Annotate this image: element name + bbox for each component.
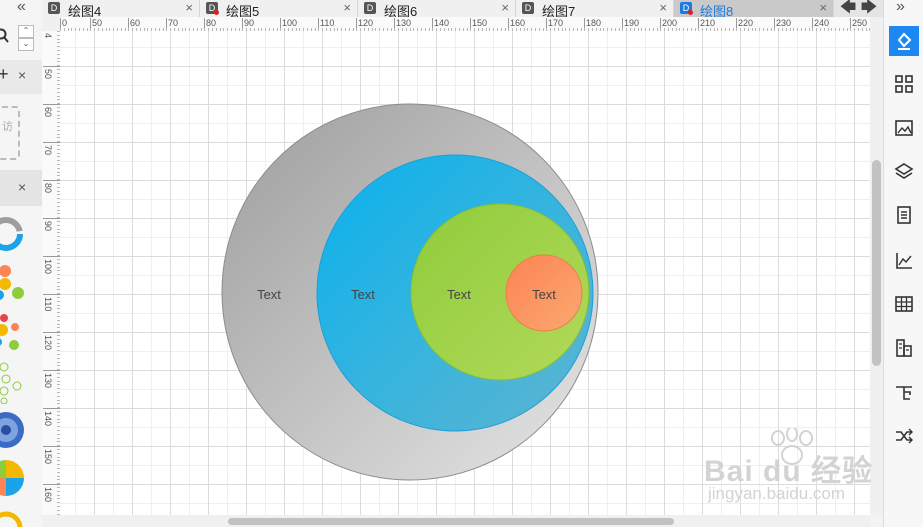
close-tab-icon[interactable]: × — [659, 0, 667, 15]
ruler-tick-label: 250 — [852, 18, 868, 28]
tab-drawing-7[interactable]: D 绘图7 × — [516, 0, 674, 19]
ruler-tick-label: 120 — [43, 335, 53, 351]
close-tab-icon[interactable]: × — [501, 0, 509, 15]
grid-icon[interactable] — [889, 69, 919, 99]
ruler-tick-label: 230 — [776, 18, 792, 28]
ruler-tick-label: 200 — [662, 18, 678, 28]
ruler-tick-label: 60 — [130, 18, 141, 28]
circle-text-second[interactable]: Text — [351, 287, 375, 302]
circle-text-inner[interactable]: Text — [532, 287, 556, 302]
cluster-shape-thumbnail[interactable] — [0, 310, 28, 352]
ruler-tick-label: 140 — [434, 18, 450, 28]
close-tab-icon[interactable]: × — [185, 0, 193, 15]
unsaved-indicator — [214, 10, 219, 15]
document-icon: D — [48, 2, 60, 14]
add-library-button[interactable]: + — [0, 64, 9, 85]
circle-text-outer[interactable]: Text — [257, 287, 281, 302]
ruler-tick-label: 180 — [586, 18, 602, 28]
close-tab-icon[interactable]: × — [819, 0, 827, 15]
tab-drawing-6[interactable]: D 绘图6 × — [358, 0, 516, 19]
ruler-tick-label: 100 — [282, 18, 298, 28]
ruler-tick-label: 50 — [92, 18, 103, 28]
document-icon: D — [364, 2, 376, 14]
tab-bar: D 绘图4 × D 绘图5 × D 绘图6 × D 绘图7 × D 绘图8 × — [42, 0, 883, 19]
ruler-tick-label: 110 — [43, 297, 53, 312]
ruler-tick-label: 190 — [624, 18, 640, 28]
ruler-tick-label: 150 — [43, 449, 53, 465]
ruler-tick-label: 60 — [43, 107, 53, 118]
ruler-tick-label: 170 — [548, 18, 564, 28]
image-icon[interactable] — [889, 113, 919, 143]
tab-drawing-5[interactable]: D 绘图5 × — [200, 0, 358, 19]
bubble-shape-thumbnail[interactable] — [0, 262, 28, 304]
drop-placeholder: 访 — [0, 106, 20, 160]
circle-text-third[interactable]: Text — [447, 287, 471, 302]
outline-icon[interactable] — [889, 378, 919, 408]
vertical-scrollbar-thumb[interactable] — [872, 160, 881, 366]
close-library-icon[interactable]: × — [18, 67, 26, 83]
ruler-tick-label: 150 — [472, 18, 488, 28]
close-tab-icon[interactable]: × — [343, 0, 351, 15]
org-icon[interactable] — [889, 333, 919, 363]
ruler-tick-label: 140 — [43, 411, 53, 427]
tab-drawing-4[interactable]: D 绘图4 × — [42, 0, 200, 19]
scroll-down-button[interactable]: ⌄ — [18, 38, 34, 51]
tab-drawing-8[interactable]: D 绘图8 × — [674, 0, 834, 19]
ruler-tick-label: 70 — [168, 18, 179, 28]
placeholder-label: 访 — [2, 121, 13, 133]
page-icon[interactable] — [889, 200, 919, 230]
horizontal-ruler[interactable]: 0 50 60 70 80 90 100 110 120 130 140 150 160 170 180 19… — [60, 17, 870, 32]
horizontal-scrollbar-thumb[interactable] — [228, 518, 674, 525]
left-panel: « ⌃ ⌄ + × 访 × — [0, 0, 43, 527]
table-icon[interactable] — [889, 289, 919, 319]
ruler-tick-label: 90 — [43, 221, 53, 232]
fill-icon[interactable] — [889, 26, 919, 56]
ruler-tick-label: 120 — [358, 18, 374, 28]
shuffle-icon[interactable] — [889, 421, 919, 451]
right-toolbar: » — [883, 0, 923, 527]
ruler-tick-label: 210 — [700, 18, 716, 28]
tab-next-icon[interactable]: 🡆 — [861, 0, 878, 16]
ruler-tick-label: 90 — [244, 18, 255, 28]
search-icon[interactable] — [0, 28, 10, 47]
tree-shape-thumbnail[interactable] — [0, 360, 28, 404]
scroll-up-button[interactable]: ⌃ — [18, 25, 34, 38]
close-library-icon[interactable]: × — [18, 179, 26, 195]
ruler-tick-label: 160 — [43, 487, 53, 503]
collapse-panel-icon[interactable]: « — [17, 0, 26, 16]
ruler-tick-label: 100 — [43, 259, 53, 275]
document-icon: D — [522, 2, 534, 14]
tab-prev-icon[interactable]: 🡄 — [840, 0, 857, 16]
chart-icon[interactable] — [889, 246, 919, 276]
ruler-tick-label: 240 — [814, 18, 830, 28]
vertical-ruler[interactable]: 4 50 60 70 80 90 100 110 120 130 140 150 160 — [42, 31, 61, 515]
ruler-corner — [42, 17, 61, 32]
ruler-tick-label: 4 — [43, 33, 53, 39]
drawing-canvas[interactable]: Text Text Text Text — [60, 31, 870, 515]
pie-shape-thumbnail[interactable] — [0, 458, 26, 500]
ruler-tick-label: 70 — [43, 145, 53, 156]
ruler-tick-label: 130 — [43, 373, 53, 389]
arc-shape-thumbnail[interactable] — [0, 508, 26, 527]
ruler-tick-label: 130 — [396, 18, 412, 28]
wheel-shape-thumbnail[interactable] — [0, 410, 26, 450]
ruler-tick-label: 80 — [206, 18, 217, 28]
ruler-tick-label: 110 — [320, 18, 335, 28]
donut-shape-thumbnail[interactable] — [0, 214, 26, 254]
unsaved-indicator — [688, 10, 693, 15]
layers-icon[interactable] — [889, 156, 919, 186]
collapse-right-icon[interactable]: » — [896, 0, 905, 16]
ruler-tick-label: 160 — [510, 18, 526, 28]
ruler-tick-label: 50 — [43, 69, 53, 80]
ruler-tick-label: 0 — [62, 18, 68, 28]
ruler-tick-label: 220 — [738, 18, 754, 28]
ruler-tick-label: 80 — [43, 183, 53, 194]
nested-circle-diagram[interactable]: Text Text Text Text — [60, 31, 870, 515]
tab-navigation: 🡄 🡆 — [834, 0, 883, 17]
